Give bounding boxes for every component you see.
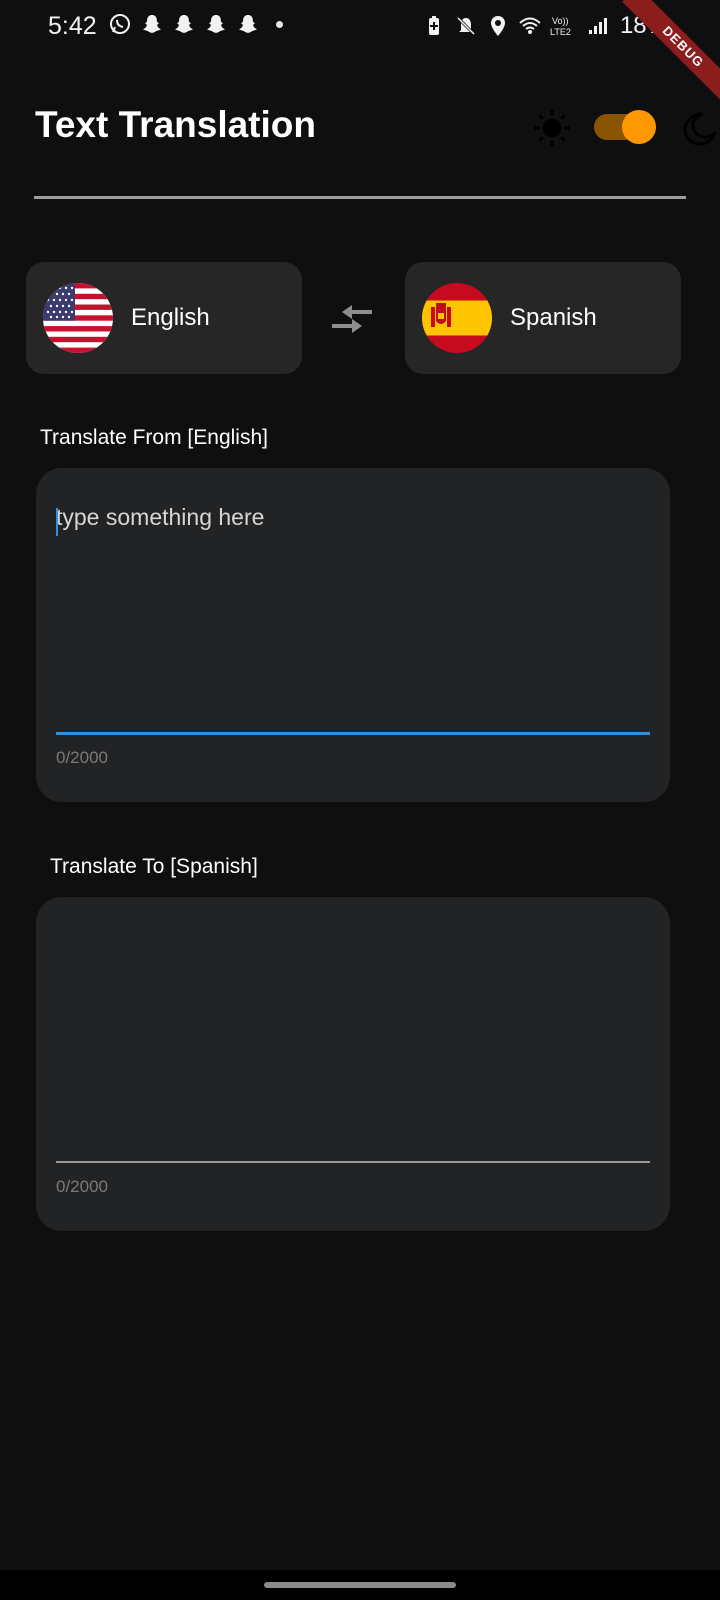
target-char-counter: 0/2000 (56, 1177, 108, 1196)
swap-arrows-icon (332, 305, 372, 333)
translate-from-label: Translate From [English] (40, 426, 268, 449)
target-language-label: Spanish (510, 304, 597, 331)
whatsapp-icon (108, 12, 132, 36)
theme-controls (520, 104, 720, 148)
translate-to-label: Translate To [Spanish] (50, 855, 258, 878)
volte-icon: Vo)) LTE2 (550, 14, 578, 38)
target-output-underline (56, 1161, 650, 1163)
source-input-underline (56, 732, 650, 735)
header-divider (34, 196, 686, 199)
wifi-icon (518, 14, 542, 38)
spain-flag-icon (422, 283, 492, 353)
signal-icon (586, 14, 610, 38)
sun-icon (532, 108, 572, 148)
svg-text:LTE2: LTE2 (550, 27, 571, 37)
toggle-knob (622, 110, 656, 144)
swap-languages-button[interactable] (328, 300, 378, 340)
status-time: 5:42 (48, 12, 97, 40)
us-flag-icon (43, 283, 113, 353)
target-language-selector[interactable]: Spanish (405, 262, 681, 374)
navigation-bar (0, 1570, 720, 1600)
more-notifications-dot (276, 20, 283, 28)
snapchat-icon (172, 12, 196, 36)
source-language-selector[interactable]: English (26, 262, 302, 374)
mute-icon (454, 14, 478, 38)
target-text-output[interactable] (56, 933, 650, 1153)
moon-icon (680, 110, 717, 146)
location-icon (486, 14, 510, 38)
source-text-box: 0/2000 (36, 468, 670, 802)
snapchat-icon (140, 12, 164, 36)
svg-text:Vo)): Vo)) (552, 16, 569, 26)
battery-saver-icon (422, 14, 446, 38)
status-bar: 5:42 Vo)) LTE2 18% (0, 0, 720, 52)
snapchat-icon (236, 12, 260, 36)
source-char-counter: 0/2000 (56, 748, 108, 767)
text-cursor (56, 508, 58, 536)
snapchat-icon (204, 12, 228, 36)
target-text-box: 0/2000 (36, 897, 670, 1231)
notification-icons (108, 12, 283, 36)
home-indicator[interactable] (264, 1582, 456, 1588)
theme-toggle[interactable] (594, 110, 656, 144)
page-title: Text Translation (35, 104, 316, 145)
source-text-input[interactable] (56, 504, 650, 724)
system-icons: Vo)) LTE2 18% (422, 12, 668, 40)
source-language-label: English (131, 304, 210, 331)
